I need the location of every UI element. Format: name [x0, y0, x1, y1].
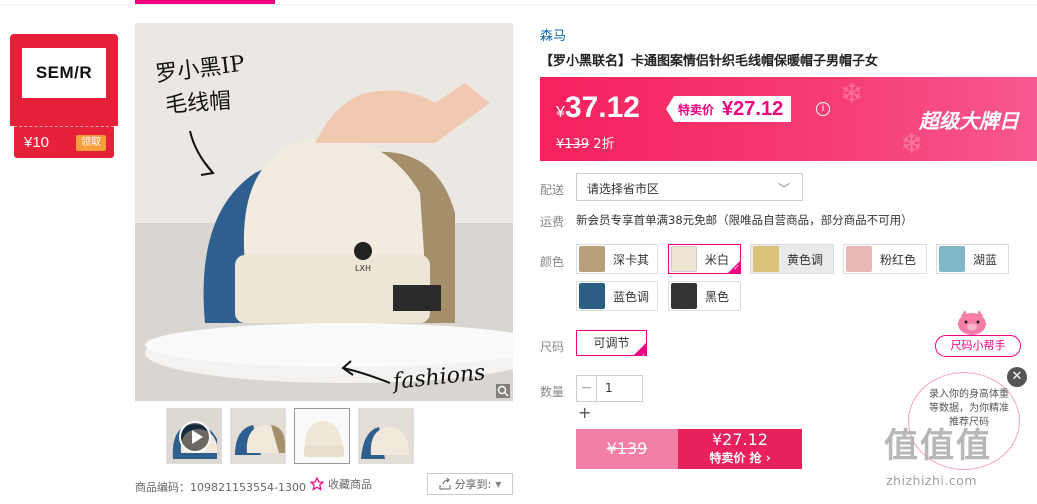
get-coupon-button[interactable]: 领取	[76, 135, 106, 151]
quantity-minus-button[interactable]: −	[577, 376, 597, 401]
chevron-down-icon: ﹀	[777, 182, 790, 196]
snowflake-decor: ❄	[840, 77, 864, 110]
size-option-label: 可调节	[593, 336, 630, 350]
main-product-image[interactable]: LXH 罗小黑IP 毛线帽 fashions	[135, 23, 513, 401]
watermark-logo: 值值值	[884, 426, 992, 466]
color-option-label: 深卡其	[613, 252, 650, 267]
original-price: ¥139 2折	[556, 133, 615, 152]
svg-text:LXH: LXH	[355, 264, 371, 273]
color-swatch	[579, 246, 605, 272]
thumbnail-video[interactable]	[166, 408, 222, 464]
color-swatch	[939, 246, 965, 272]
size-option-adjustable[interactable]: 可调节	[576, 330, 647, 369]
currency-symbol: ¥	[556, 104, 565, 121]
color-label: 颜色	[540, 255, 565, 269]
thumbnail-2[interactable]	[230, 408, 286, 464]
special-price-label: 特卖价	[678, 102, 715, 117]
product-title: 【罗小黑联名】卡通图案情侣针织毛线帽保暖帽子男帽子女	[540, 54, 879, 69]
thumbnail-3[interactable]	[294, 408, 350, 464]
color-swatch	[579, 283, 605, 309]
delivery-label: 配送	[540, 183, 565, 197]
shipping-info: 新会员专享首单满38元免邮（限唯品自营商品，部分商品不可用）	[576, 213, 913, 227]
brand-logo: SEM/R	[22, 48, 106, 98]
thumbnail-image	[231, 409, 285, 463]
color-swatch	[753, 246, 779, 272]
top-divider	[0, 4, 1037, 5]
thumbnail-strip	[166, 408, 414, 464]
region-select-value: 请选择省市区	[587, 182, 660, 196]
thumbnail-image	[359, 409, 413, 463]
buy-now-price: ¥27.12	[712, 430, 768, 449]
selected-check-icon	[727, 260, 741, 274]
thumbnail-4[interactable]	[358, 408, 414, 464]
watermark-url: zhizhizhi.com	[886, 473, 978, 488]
handwritten-text-2: 毛线帽	[164, 88, 232, 119]
color-option-yellow[interactable]: 黄色调	[750, 244, 834, 274]
color-swatch	[846, 246, 872, 272]
pig-mascot-icon	[958, 310, 986, 335]
shipping-label: 运费	[540, 215, 565, 229]
special-price-value: ¥27.12	[722, 97, 784, 120]
chevron-down-icon: ▼	[495, 479, 502, 489]
close-icon[interactable]: ✕	[1007, 367, 1027, 387]
color-swatch	[671, 246, 697, 272]
selected-check-icon	[633, 342, 647, 369]
buy-now-button[interactable]: ¥27.12 特卖价 抢 ›	[678, 429, 802, 469]
color-option-label: 黄色调	[787, 252, 824, 267]
color-option-black[interactable]: 黑色	[668, 281, 741, 311]
price-value: 37.12	[564, 91, 640, 124]
current-price: ¥37.12	[556, 91, 640, 125]
color-option-label: 黑色	[705, 289, 730, 304]
color-option-label: 粉红色	[880, 252, 917, 267]
info-icon[interactable]: i	[816, 102, 830, 116]
special-price-tag: 特卖价 ¥27.12	[666, 96, 792, 122]
price-panel: ❄ ❄ ¥37.12 特卖价 ¥27.12 i ¥139 2折 超级大牌日	[540, 77, 1037, 161]
color-option-beige[interactable]: 米白	[668, 244, 741, 274]
brand-coupon-card[interactable]: SEM/R ¥10 领取	[10, 34, 118, 158]
color-option-blue[interactable]: 蓝色调	[576, 281, 658, 311]
zoom-icon[interactable]	[496, 384, 510, 398]
site-watermark: 值值值 zhizhizhi.com	[880, 410, 1030, 500]
color-option-khaki[interactable]: 深卡其	[576, 244, 658, 274]
promo-banner: 超级大牌日	[919, 109, 1019, 133]
coupon-amount: ¥10	[24, 134, 50, 151]
discount-label: 2折	[593, 137, 615, 152]
thumbnail-image	[295, 409, 349, 463]
color-option-pink[interactable]: 粉红色	[843, 244, 927, 274]
share-icon	[439, 478, 451, 490]
product-meta-row: 商品编码：109821153554-1300 收藏商品 分享到: ▼	[135, 473, 515, 497]
share-label: 分享到:	[454, 478, 492, 491]
favorite-label: 收藏商品	[328, 478, 372, 491]
quantity-input[interactable]: 1	[597, 376, 642, 401]
favorite-button[interactable]: 收藏商品	[310, 476, 372, 492]
region-select[interactable]: 请选择省市区 ﹀	[576, 173, 803, 201]
color-option-label: 湖蓝	[973, 252, 998, 267]
color-option-label: 蓝色调	[613, 289, 650, 304]
color-option-lake-blue[interactable]: 湖蓝	[936, 244, 1009, 274]
buy-now-label: 特卖价 抢 ›	[709, 451, 771, 465]
color-swatch	[671, 283, 697, 309]
sku-code: 商品编码：109821153554-1300	[135, 481, 306, 494]
buy-original-price[interactable]: ¥139	[576, 429, 678, 469]
size-label: 尺码	[540, 340, 565, 354]
size-helper-button[interactable]: 尺码小帮手	[935, 335, 1021, 357]
quantity-plus-button[interactable]: +	[578, 403, 591, 422]
quantity-stepper: − 1	[576, 375, 643, 402]
play-icon[interactable]	[179, 421, 211, 453]
coupon-strip: ¥10 领取	[14, 126, 114, 158]
original-price-value: ¥139	[556, 137, 590, 152]
quantity-label: 数量	[540, 385, 565, 399]
brand-card-top: SEM/R	[10, 34, 118, 126]
star-icon	[310, 477, 324, 491]
buy-bar: ¥139 ¥27.12 特卖价 抢 ›	[576, 429, 802, 469]
share-button[interactable]: 分享到: ▼	[427, 473, 513, 495]
brand-link[interactable]: 森马	[540, 25, 566, 44]
color-option-label: 米白	[705, 252, 730, 267]
